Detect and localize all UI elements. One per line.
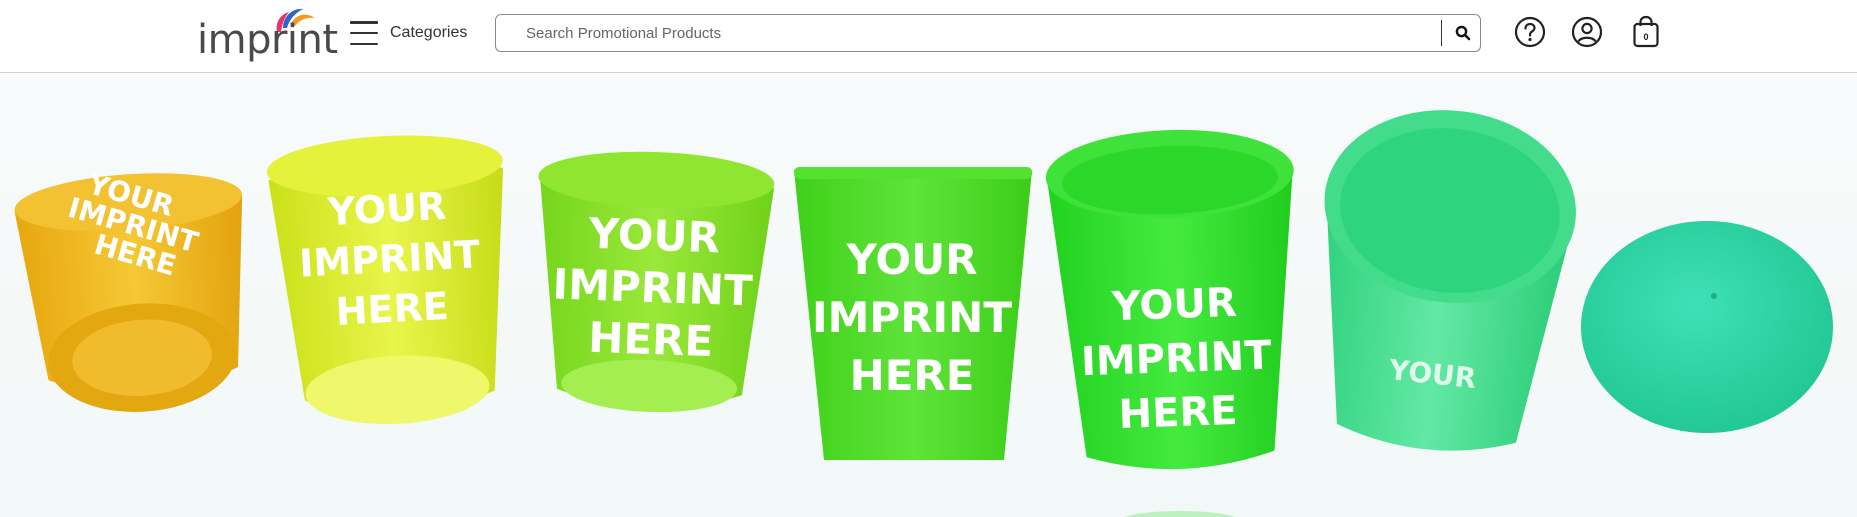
cup-2-lime: YOUR IMPRINT HERE: [266, 135, 504, 425]
question-circle-icon: [1514, 16, 1546, 48]
cup-4-imprint-line-3: HERE: [850, 351, 975, 400]
hero-bottom-hint: [1125, 511, 1235, 517]
shopping-bag-icon: 0: [1633, 15, 1659, 48]
stadium-cups-image: YOUR IMPRINT HERE YOUR IMPRINT HERE YOUR…: [14, 110, 1833, 517]
cup-3-imprint-line-1: YOUR: [587, 209, 721, 263]
cup-2-imprint-line-1: YOUR: [326, 184, 448, 234]
cup-3-green: YOUR IMPRINT HERE: [538, 151, 775, 413]
site-header: imprint Categories Search Promotional Pr…: [0, 0, 1857, 73]
hero-banner: YOUR IMPRINT HERE YOUR IMPRINT HERE YOUR…: [0, 74, 1857, 517]
search-bar: [495, 14, 1481, 52]
cup-5-imprint-line-2: IMPRINT: [1080, 333, 1273, 386]
cup-5-bright-green: YOUR IMPRINT HERE: [1045, 129, 1294, 470]
logo-text: imprint: [197, 17, 338, 63]
cup-6-mint: YOUR: [1324, 110, 1576, 451]
search-button[interactable]: [1446, 17, 1480, 49]
search-icon: [1455, 25, 1471, 41]
cup-4-green: YOUR IMPRINT HERE: [794, 167, 1032, 460]
cup-3-imprint-line-2: IMPRINT: [552, 260, 754, 316]
account-button[interactable]: [1571, 15, 1603, 49]
imprint-logo[interactable]: imprint: [197, 4, 338, 66]
cup-2-imprint-line-3: HERE: [335, 284, 450, 334]
hamburger-icon: [350, 21, 378, 45]
cart-count: 0: [1643, 32, 1648, 42]
cup-1-yellow: YOUR IMPRINT HERE: [14, 167, 243, 412]
user-circle-icon: [1571, 16, 1603, 48]
search-input[interactable]: [497, 16, 1432, 50]
cup-4-imprint-line-1: YOUR: [845, 235, 977, 284]
cup-5-imprint-line-3: HERE: [1118, 388, 1238, 438]
categories-menu-button[interactable]: Categories: [350, 18, 467, 48]
cup-5-imprint-line-1: YOUR: [1110, 280, 1237, 330]
cup-7-teal-lid: [1581, 221, 1833, 433]
categories-label: Categories: [390, 24, 468, 41]
search-divider: [1441, 20, 1442, 46]
cup-4-imprint-line-2: IMPRINT: [812, 293, 1012, 342]
cup-3-imprint-line-3: HERE: [588, 313, 715, 366]
cart-button[interactable]: 0: [1630, 15, 1662, 49]
help-button[interactable]: [1514, 15, 1546, 49]
